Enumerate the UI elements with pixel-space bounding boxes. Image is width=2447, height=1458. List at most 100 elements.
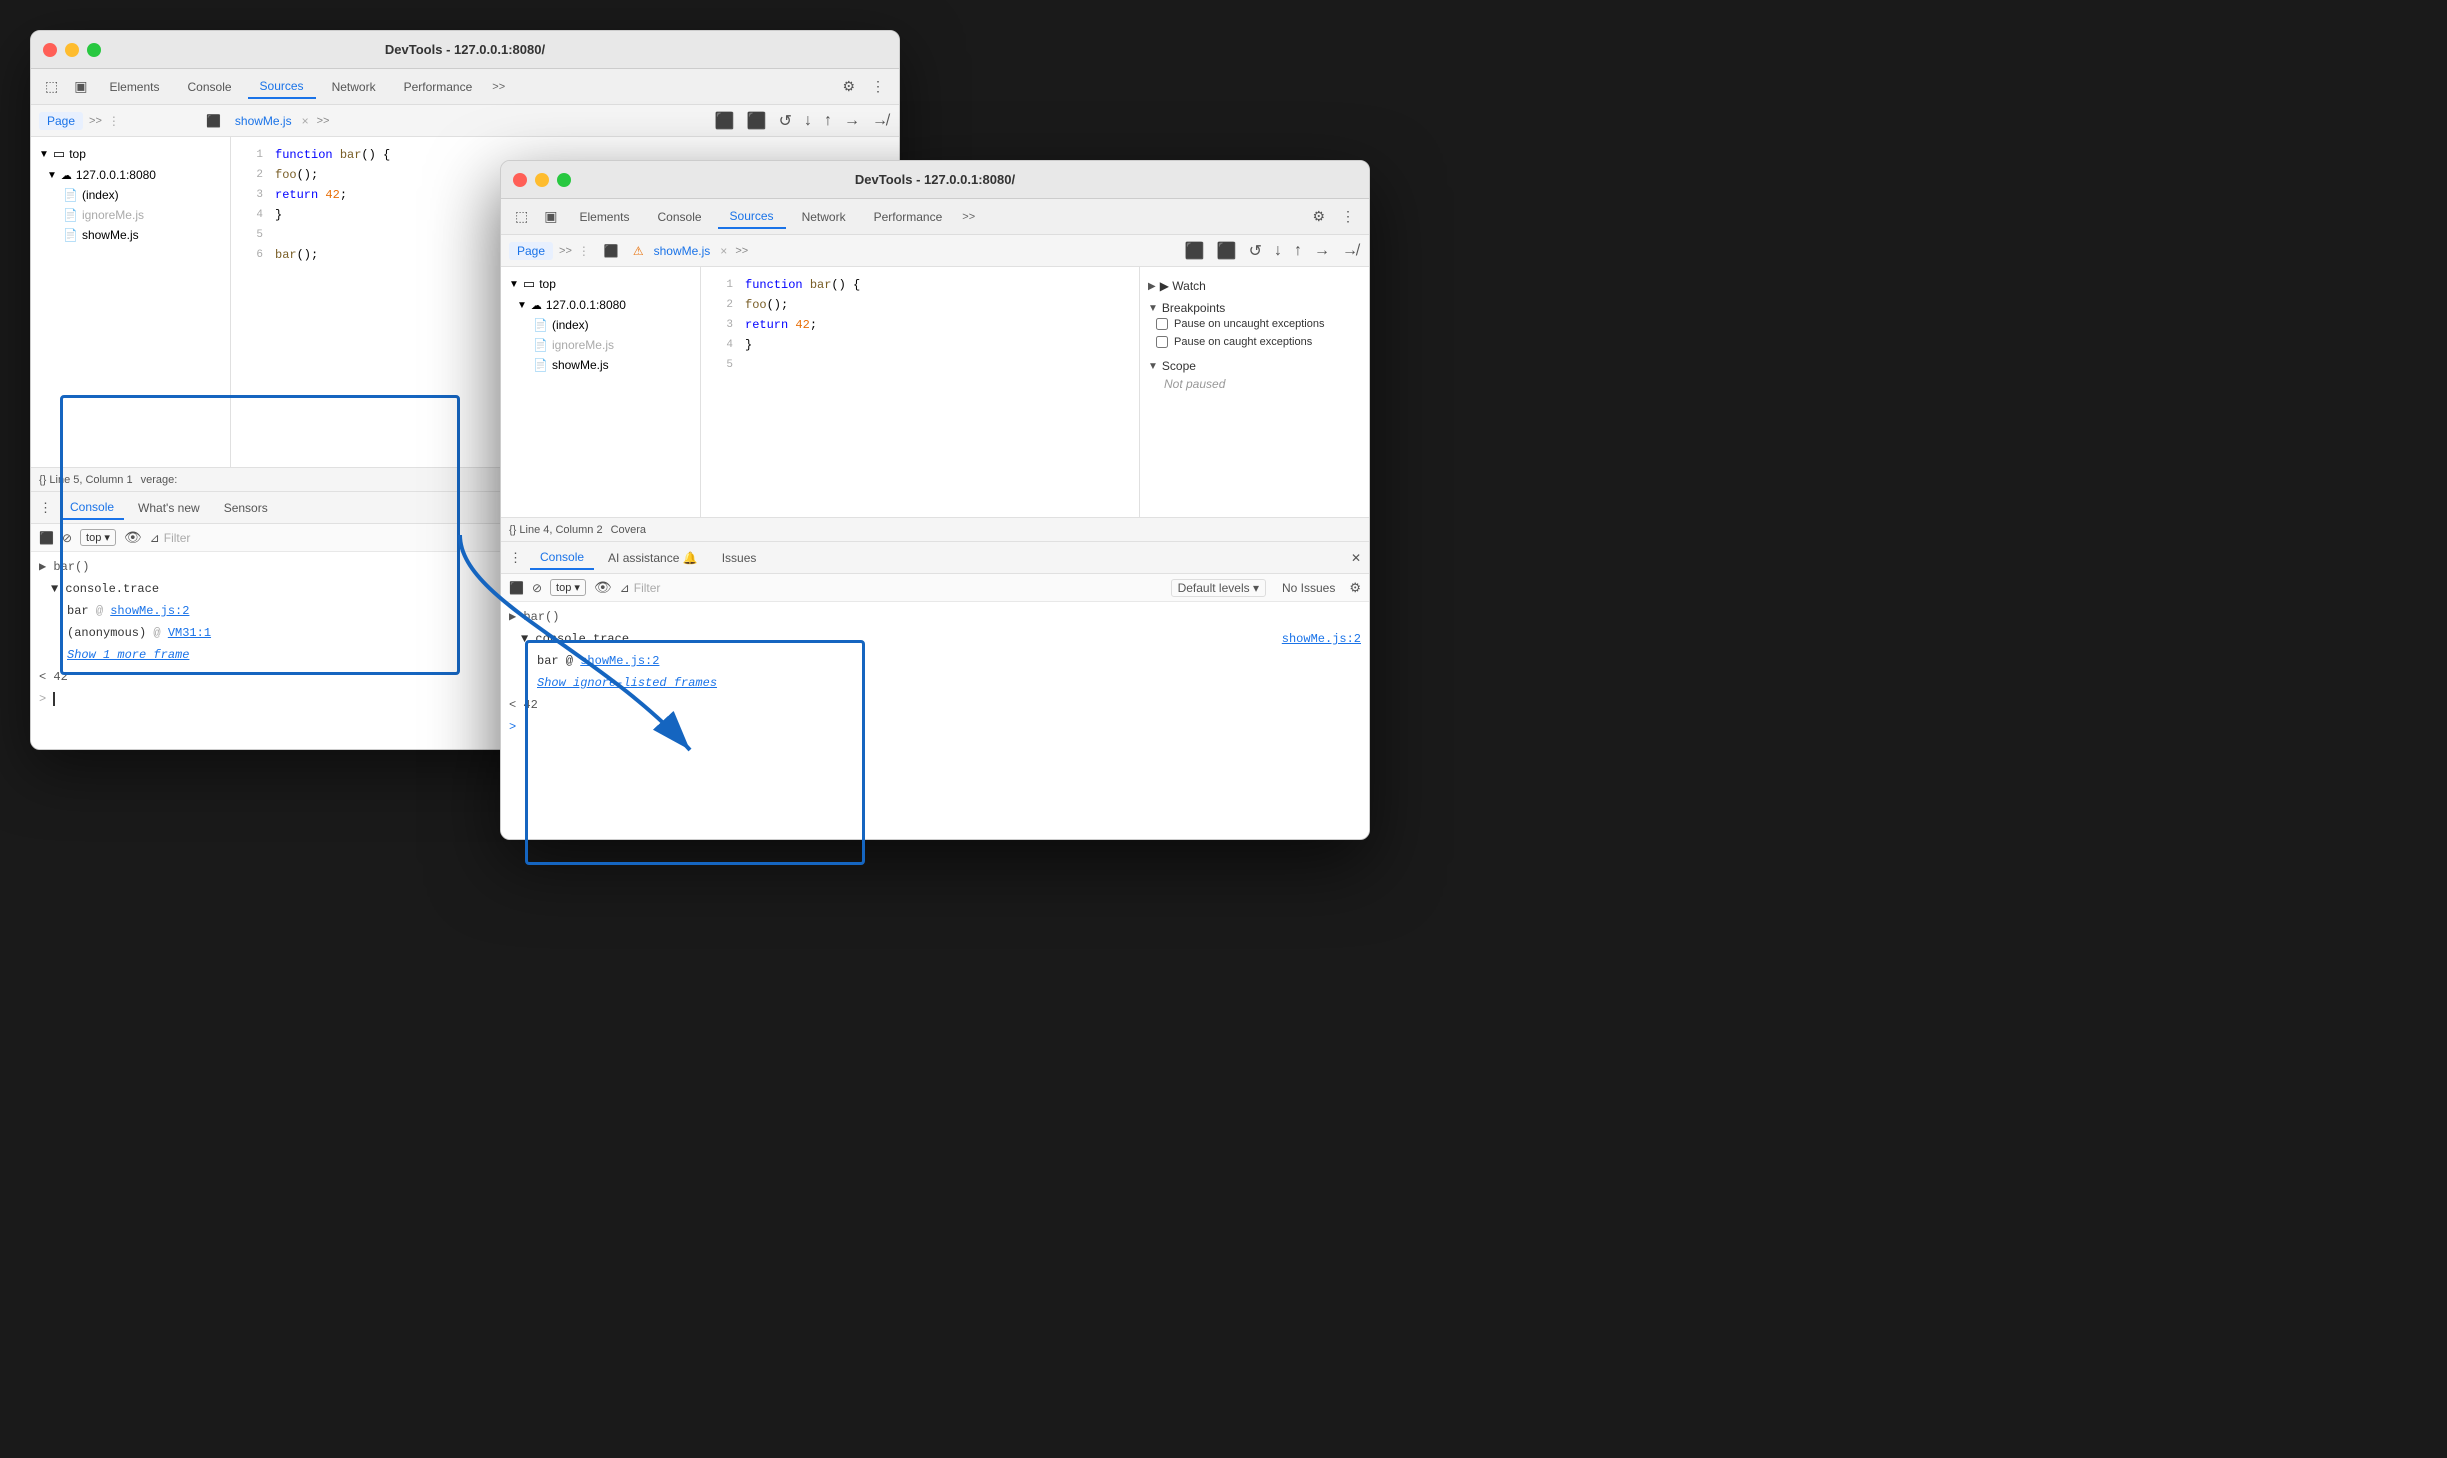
file-close-front[interactable]: × [720,244,727,258]
file-showme-front[interactable]: 📄 showMe.js [501,355,700,375]
tab-network-back[interactable]: Network [320,76,388,98]
file-index-front[interactable]: 📄 (index) [501,315,700,335]
file-close-back[interactable]: × [302,114,309,128]
tab-responsive-front[interactable]: ▣ [538,204,563,229]
file-tree-server-back[interactable]: ▼ ☁ 127.0.0.1:8080 [31,165,230,185]
tab-responsive-back[interactable]: ▣ [68,74,93,99]
tab-more-front[interactable]: >> [958,211,979,223]
minimize-button-front[interactable] [535,173,549,187]
file-index-label-back: (index) [82,188,119,202]
step-icon-back[interactable]: ↓ [804,112,812,130]
step-icon-front[interactable]: ↓ [1274,242,1282,260]
sidebar-toggle-front[interactable]: ⬛ [604,244,619,258]
breakpoints-label-front: Breakpoints [1162,301,1225,315]
tab-sources-front[interactable]: Sources [718,205,786,229]
scope-title-front[interactable]: ▼ Scope [1148,359,1361,373]
file-showme-back[interactable]: 📄 showMe.js [31,225,230,245]
sources-main-front: ▼ ▭ top ▼ ☁ 127.0.0.1:8080 📄 (index) 📄 i… [501,267,1369,517]
console-close-front[interactable]: ✕ [1351,551,1361,565]
sidebar-btn-back[interactable]: ⬛ [39,531,54,545]
step-out-back[interactable]: ↑ [824,112,832,130]
default-levels-front[interactable]: Default levels ▾ [1171,579,1266,597]
file-ignoreme-back[interactable]: 📄 ignoreMe.js [31,205,230,225]
sidebar-toggle-back[interactable]: ⬛ [206,114,221,128]
pause-caught-checkbox-front[interactable] [1156,336,1168,348]
showme-link-right-front[interactable]: showMe.js:2 [1282,630,1361,648]
run-icon-back[interactable]: ↺ [779,111,792,131]
not-paused-front: Not paused [1148,373,1361,395]
scope-label-front: Scope [1162,359,1196,373]
tab-sources-back[interactable]: Sources [248,75,316,99]
close-button-front[interactable] [513,173,527,187]
sources-toolbar-back: Page >> ⋮ ⬛ showMe.js × >> ⬛ ⬛ ↺ ↓ ↑ → ↛ [31,105,899,137]
file-showme-icon-front: 📄 [533,358,548,372]
warning-icon-front: ⚠ [633,244,644,258]
sources-toolbar-front: Page >> ⋮ ⬛ ⚠ showMe.js × >> ⬛ ⬛ ↺ ↓ ↑ →… [501,235,1369,267]
run-icon-front[interactable]: ↺ [1249,241,1262,261]
page-label-back[interactable]: Page [39,112,83,130]
close-button-back[interactable] [43,43,57,57]
page-label-front[interactable]: Page [509,242,553,260]
watch-title-front[interactable]: ▶ ▶ Watch [1148,279,1361,293]
maximize-button-back[interactable] [87,43,101,57]
file-index-back[interactable]: 📄 (index) [31,185,230,205]
eye-icon-front[interactable]: 👁 [594,579,612,596]
page-more-front[interactable]: >> [559,245,572,257]
file-ignoreme-label-back: ignoreMe.js [82,208,144,222]
split-icon-front[interactable]: ⬛ [1217,241,1237,261]
console-dots-icon-back[interactable]: ⋮ [39,500,52,516]
server-arrow-front: ▼ [517,300,527,311]
file-tree-top-back[interactable]: ▼ ▭ top [31,143,230,165]
frame-icon-back: ▭ [53,146,65,162]
clear-btn-front[interactable]: ⊘ [532,581,542,595]
file-showme-label-front: showMe.js [552,358,609,372]
tab-performance-front[interactable]: Performance [862,206,955,228]
maximize-button-front[interactable] [557,173,571,187]
file-more-front[interactable]: >> [735,245,748,257]
deactivate-icon-front[interactable]: ↛ [1342,242,1358,260]
traffic-lights-front [513,173,571,187]
tab-inspector-front[interactable]: ⬚ [509,204,534,229]
console-toolbar-front: ⬛ ⊘ top ▾ 👁 ⊿ Filter Default levels ▾ No… [501,574,1369,602]
tab-elements-front[interactable]: Elements [567,206,641,228]
step-over-front[interactable]: → [1314,242,1330,260]
file-more-back[interactable]: >> [317,115,330,127]
split-icon-back[interactable]: ⬛ [747,111,767,131]
tab-console-back[interactable]: Console [176,76,244,98]
tab-inspector-back[interactable]: ⬚ [39,74,64,99]
minimize-button-back[interactable] [65,43,79,57]
server-arrow-back: ▼ [47,170,57,181]
tab-elements-back[interactable]: Elements [97,76,171,98]
menu-icon-front[interactable]: ⋮ [1335,204,1361,229]
sidebar-btn-front[interactable]: ⬛ [509,581,524,595]
format-icon-front[interactable]: ⬛ [1185,241,1205,261]
pause-uncaught-checkbox-front[interactable] [1156,318,1168,330]
top-label-back: top [69,147,86,161]
file-tree-top-front[interactable]: ▼ ▭ top [501,273,700,295]
file-tab-back[interactable]: showMe.js [235,114,292,128]
console-dots-icon-front[interactable]: ⋮ [509,550,522,566]
settings-icon-front[interactable]: ⚙ [1306,204,1331,229]
deactivate-icon-back[interactable]: ↛ [872,112,888,130]
format-icon-back[interactable]: ⬛ [715,111,735,131]
tab-performance-back[interactable]: Performance [392,76,485,98]
ai-tab-front[interactable]: AI assistance 🔔 [598,547,708,569]
breakpoints-title-front[interactable]: ▼ Breakpoints [1148,301,1361,315]
file-tab-front[interactable]: showMe.js [654,244,711,258]
settings-icon-console-front[interactable]: ⚙ [1349,580,1361,596]
menu-icon-back[interactable]: ⋮ [865,74,891,99]
issues-tab-front[interactable]: Issues [712,547,767,569]
tab-network-front[interactable]: Network [790,206,858,228]
step-over-back[interactable]: → [844,112,860,130]
step-out-front[interactable]: ↑ [1294,242,1302,260]
tab-more-back[interactable]: >> [488,81,509,93]
breakpoints-section-front: ▼ Breakpoints Pause on uncaught exceptio… [1140,297,1369,355]
page-more-back[interactable]: >> [89,115,102,127]
settings-icon-back[interactable]: ⚙ [836,74,861,99]
file-tree-server-front[interactable]: ▼ ☁ 127.0.0.1:8080 [501,295,700,315]
tab-console-front[interactable]: Console [646,206,714,228]
top-dropdown-front[interactable]: top ▾ [550,579,586,596]
console-tab-front[interactable]: Console [530,546,594,570]
highlight-back [60,395,460,675]
file-ignoreme-front[interactable]: 📄 ignoreMe.js [501,335,700,355]
